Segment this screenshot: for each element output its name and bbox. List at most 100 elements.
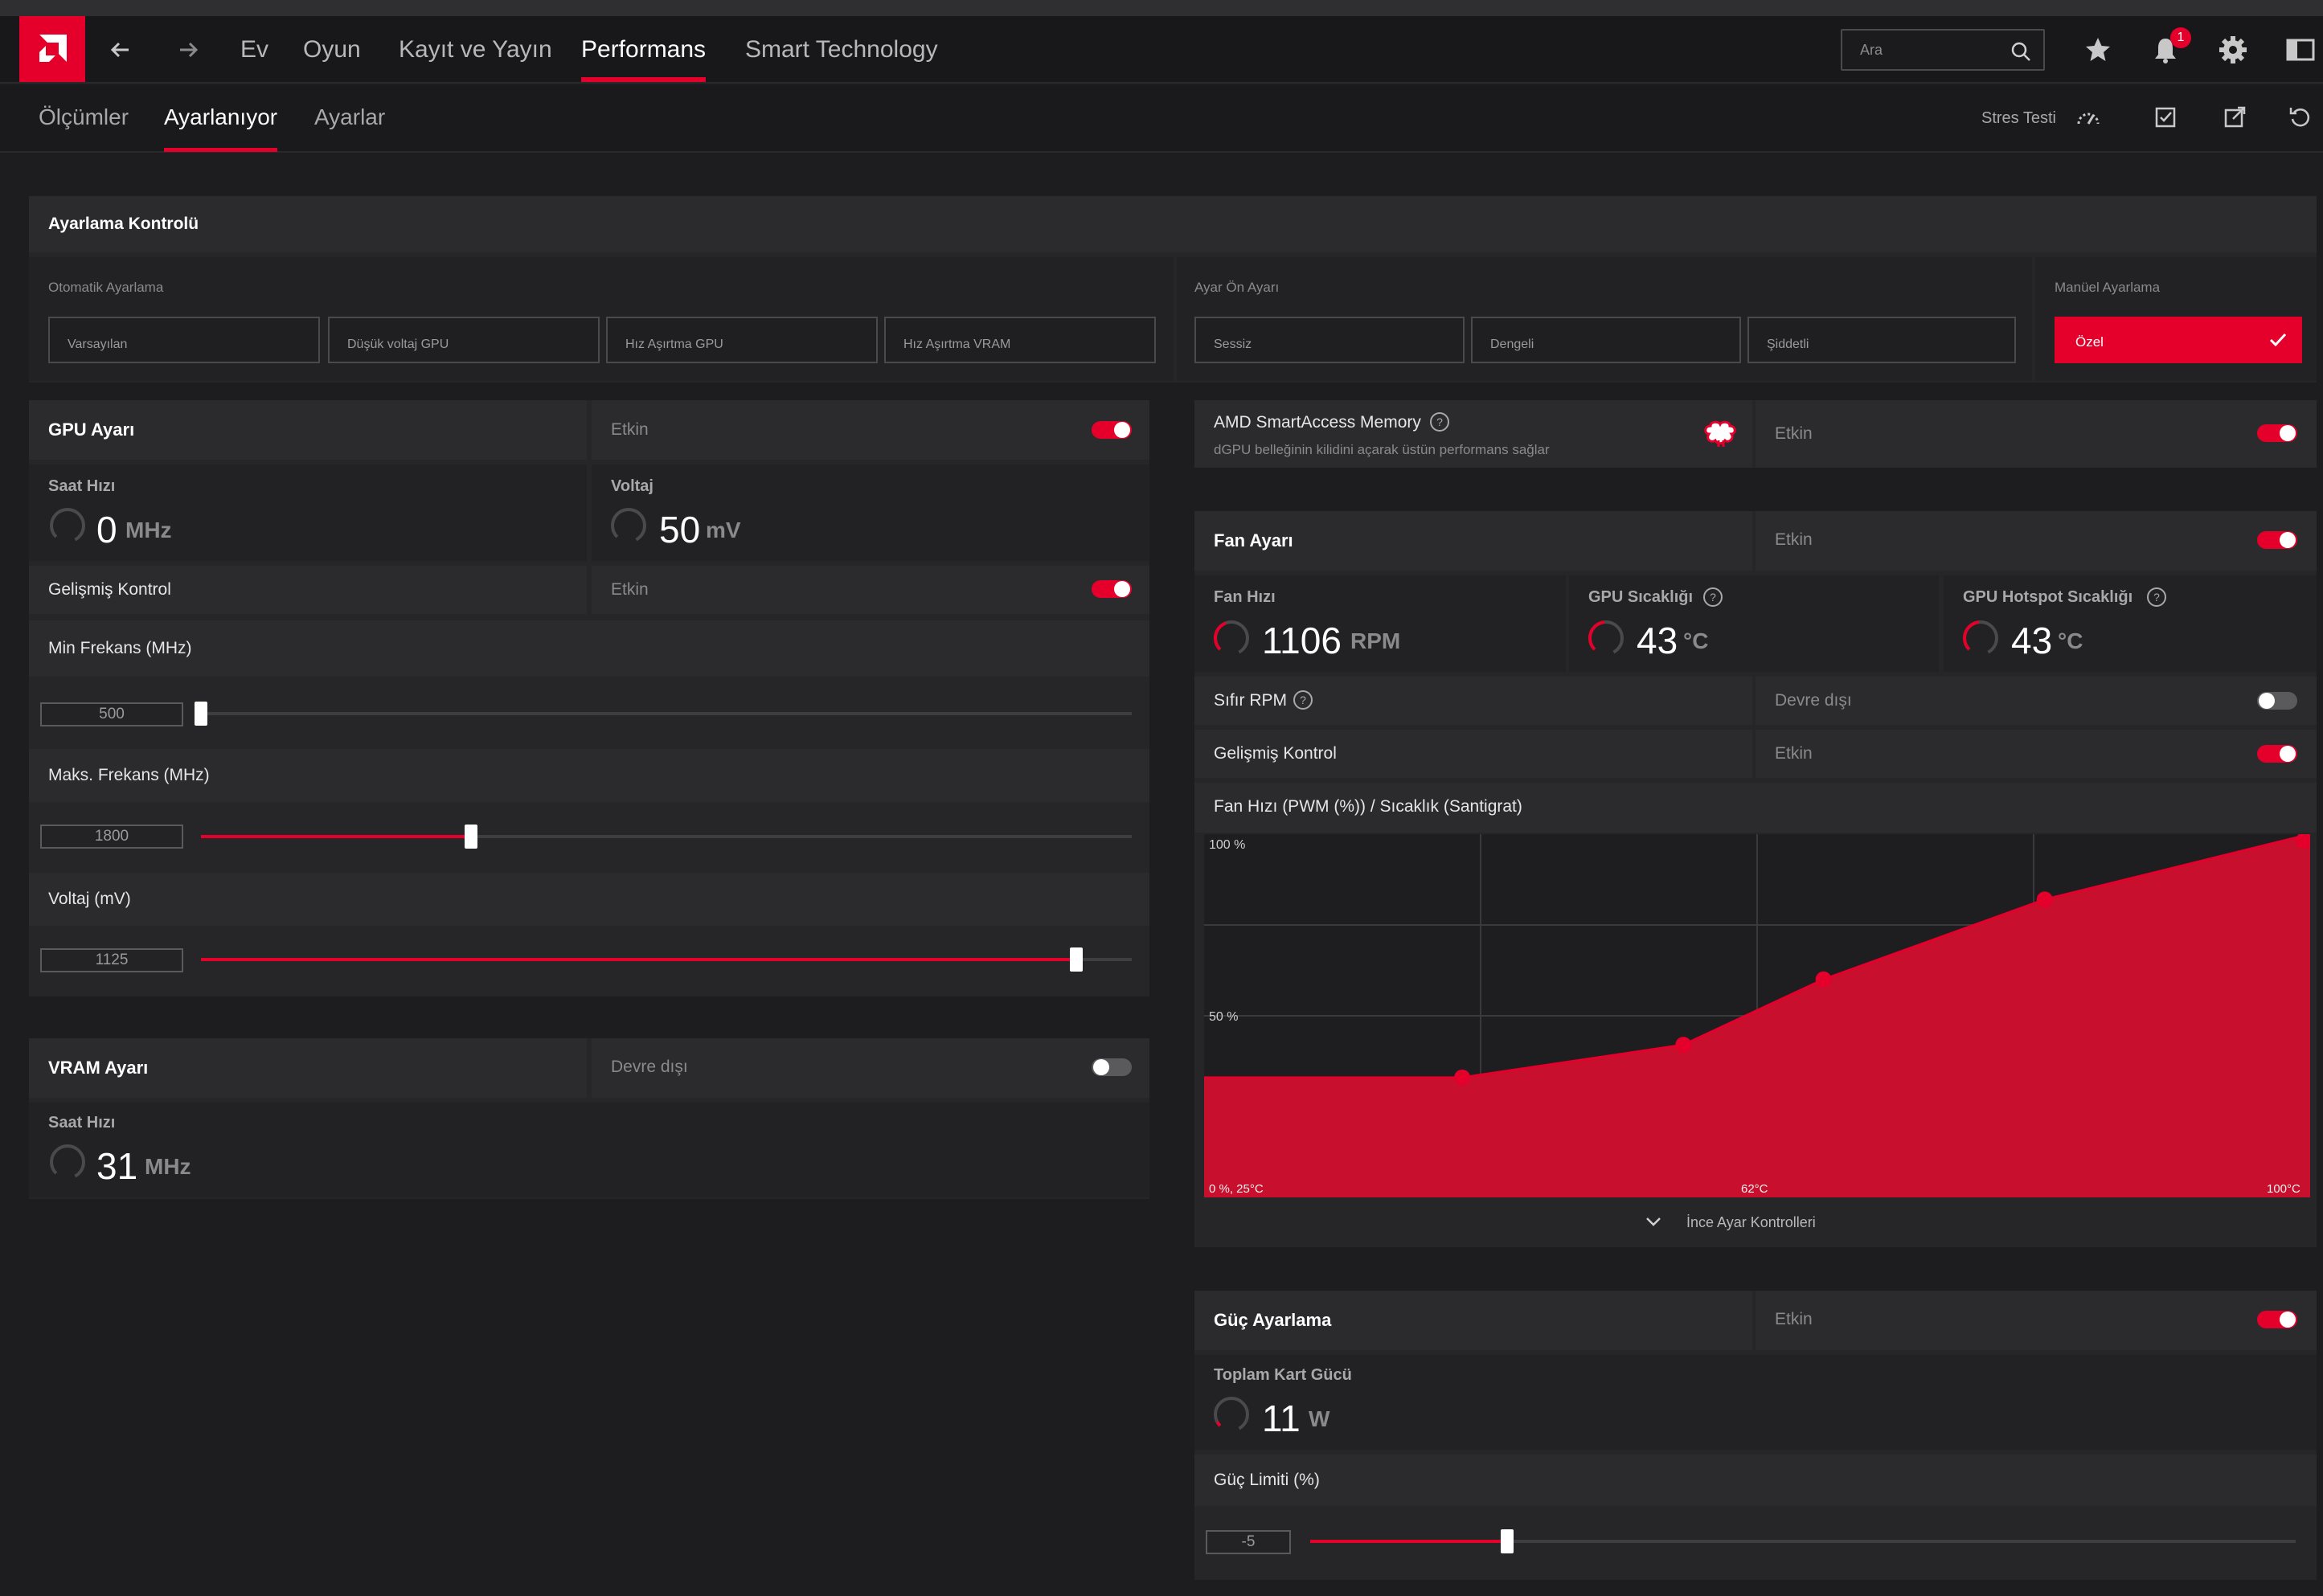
fan-speed-gauge-icon (1214, 620, 1249, 656)
help-icon[interactable]: ? (1293, 690, 1313, 710)
svg-text:?: ? (1436, 415, 1443, 428)
vram-status: Devre dışı (611, 1058, 688, 1076)
nav-item-ev[interactable]: Ev (240, 35, 268, 64)
nav-item-smart-technology[interactable]: Smart Technology (745, 35, 938, 64)
search-icon (2011, 42, 2030, 61)
max-freq-label: Maks. Frekans (MHz) (48, 766, 210, 784)
gear-icon[interactable] (2217, 34, 2249, 66)
min-freq-input[interactable]: 500 (40, 702, 183, 726)
forward-arrow-icon[interactable] (172, 34, 204, 66)
fan-advanced-label: Gelişmiş Kontrol (1214, 744, 1337, 763)
fan-advanced-toggle[interactable] (2257, 745, 2297, 763)
fan-speed-value: 1106 (1262, 620, 1342, 661)
advanced-control-status-cell (592, 566, 1149, 614)
svg-text:?: ? (1300, 694, 1306, 706)
help-icon[interactable]: ? (2146, 587, 2167, 608)
power-limit-slider-thumb[interactable] (1501, 1529, 1514, 1553)
tab-ayarlaniyor[interactable]: Ayarlanıyor (164, 104, 278, 152)
y-tick-100: 100 % (1209, 838, 1245, 852)
svg-text:?: ? (2153, 591, 2160, 604)
min-freq-row (29, 620, 1149, 677)
gpu-temp-label: GPU Sıcaklığı (1588, 588, 1694, 606)
fan-curve-point[interactable] (1815, 971, 1832, 988)
preset-label: Ayar Ön Ayarı (1194, 280, 1280, 295)
gpu-voltage-value: 50 (659, 509, 701, 550)
tab-olcumler[interactable]: Ölçümler (39, 104, 129, 130)
check-icon (2269, 333, 2287, 347)
overclock-vram-button[interactable]: Hız Aşırtma VRAM (884, 317, 1156, 363)
undervolt-gpu-button[interactable]: Düşük voltaj GPU (328, 317, 600, 363)
sam-toggle[interactable] (2257, 424, 2297, 442)
vram-toggle[interactable] (1092, 1058, 1132, 1076)
gpu-clock-gauge-icon (50, 508, 85, 543)
nav-item-performans[interactable]: Performans (581, 35, 707, 82)
advanced-control-label: Gelişmiş Kontrol (48, 580, 171, 599)
fan-curve-point[interactable] (2036, 891, 2053, 908)
max-freq-slider-thumb[interactable] (464, 825, 477, 849)
voltage-slider-thumb[interactable] (1069, 947, 1083, 972)
total-power-value: 11 (1262, 1398, 1301, 1439)
voltage-input[interactable]: 1125 (40, 948, 183, 972)
fan-speed-label: Fan Hızı (1214, 588, 1276, 606)
gpu-hotspot-label: GPU Hotspot Sıcaklığı (1963, 588, 2133, 606)
gpu-voltage-label: Voltaj (611, 477, 653, 495)
sam-status: Etkin (1775, 424, 1813, 443)
sam-title: AMD SmartAccess Memory (1214, 413, 1421, 432)
back-arrow-icon[interactable] (104, 34, 137, 66)
fan-advanced-status: Etkin (1775, 744, 1813, 763)
preset-default-button[interactable]: Varsayılan (48, 317, 320, 363)
tab-ayarlar[interactable]: Ayarlar (314, 104, 385, 130)
custom-tuning-button[interactable]: Özel (2055, 317, 2302, 363)
top-navigation: Ev Oyun Kayıt ve Yayın Performans Smart … (0, 16, 2323, 84)
gpu-tuning-toggle[interactable] (1092, 421, 1132, 439)
preset-balanced-button[interactable]: Dengeli (1471, 317, 1741, 363)
star-icon[interactable] (2082, 34, 2114, 66)
min-freq-slider-thumb[interactable] (195, 702, 207, 726)
preset-quiet-button[interactable]: Sessiz (1194, 317, 1465, 363)
tuning-control-title: Ayarlama Kontrolü (29, 196, 2317, 252)
help-icon[interactable]: ? (1702, 587, 1723, 608)
power-limit-slider-fill (1310, 1540, 1508, 1543)
min-freq-slider-track[interactable] (201, 712, 1132, 715)
power-toggle[interactable] (2257, 1311, 2297, 1328)
search-input[interactable]: Ara (1841, 29, 2045, 71)
save-profile-icon[interactable] (2151, 103, 2180, 132)
stress-test-label[interactable]: Stres Testi (1981, 109, 2056, 128)
max-freq-slider-fill (201, 835, 471, 838)
gpu-hotspot-unit: °C (2058, 628, 2083, 653)
overclock-gpu-button[interactable]: Hız Aşırtma GPU (606, 317, 878, 363)
gpu-voltage-gauge-icon (611, 508, 646, 543)
total-power-cell (1194, 1355, 2317, 1450)
fan-speed-unit: RPM (1350, 628, 1401, 653)
power-limit-input[interactable]: -5 (1206, 1530, 1291, 1554)
power-limit-row (1194, 1455, 2317, 1506)
fine-tune-label[interactable]: İnce Ayar Kontrolleri (1686, 1214, 1816, 1231)
total-power-unit: W (1309, 1406, 1330, 1431)
nav-item-kayit-yayin[interactable]: Kayıt ve Yayın (399, 35, 552, 64)
sam-description: dGPU belleğinin kilidini açarak üstün pe… (1214, 442, 1550, 457)
total-power-gauge-icon (1214, 1397, 1249, 1432)
svg-text:?: ? (1710, 591, 1716, 604)
max-freq-input[interactable]: 1800 (40, 825, 183, 849)
advanced-control-status: Etkin (611, 580, 649, 599)
fan-curve-chart[interactable]: 100 % 50 % 0 %, 25°C 62°C 100°C (1204, 834, 2310, 1197)
chevron-down-icon[interactable] (1645, 1215, 1662, 1228)
help-icon[interactable]: ? (1429, 411, 1450, 432)
zero-rpm-toggle[interactable] (2257, 692, 2297, 710)
fan-advanced-status-cell (1756, 730, 2317, 778)
nav-item-oyun[interactable]: Oyun (303, 35, 361, 64)
fan-curve-point[interactable] (1675, 1037, 1692, 1054)
brain-icon (1704, 420, 1736, 447)
preset-rage-button[interactable]: Şiddetli (1747, 317, 2016, 363)
advanced-control-toggle[interactable] (1092, 580, 1132, 598)
reset-icon[interactable] (2286, 103, 2315, 132)
custom-tuning-label: Özel (2075, 334, 2104, 350)
voltage-row (29, 873, 1149, 926)
gauge-icon[interactable] (2074, 103, 2103, 132)
fan-toggle[interactable] (2257, 531, 2297, 549)
export-icon[interactable] (2220, 103, 2249, 132)
sub-navigation: Ölçümler Ayarlanıyor Ayarlar Stres Testi (0, 85, 2323, 153)
fan-curve-point[interactable] (1454, 1069, 1471, 1086)
sidebar-toggle-icon[interactable] (2284, 34, 2317, 66)
amd-logo[interactable] (19, 16, 85, 82)
